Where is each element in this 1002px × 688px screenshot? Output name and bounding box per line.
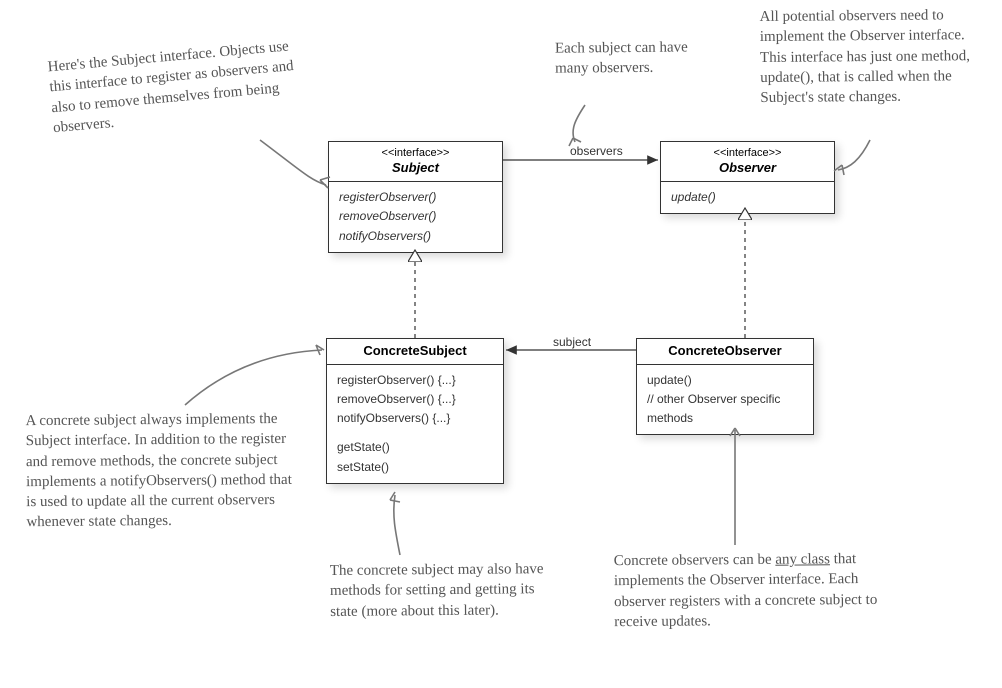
observer-stereotype: <<interface>> xyxy=(669,146,826,160)
observer-methods: update() xyxy=(661,182,834,213)
method: update() xyxy=(647,371,803,390)
concrete-subject-methods: registerObserver() {...} removeObserver(… xyxy=(327,365,503,483)
method: removeObserver() xyxy=(339,207,492,226)
subject-annotation: Here's the Subject interface. Objects us… xyxy=(47,35,313,138)
observer-name: Observer xyxy=(669,160,826,177)
subject-name: Subject xyxy=(337,160,494,177)
method: // other Observer specific xyxy=(647,390,803,409)
concrete-observer-annotation: Concrete observers can be any class that… xyxy=(614,549,885,632)
method: registerObserver() xyxy=(339,188,492,207)
method: notifyObservers() {...} xyxy=(337,409,493,428)
arrow-observer-note xyxy=(838,140,870,170)
concrete-observer-box: ConcreteObserver update() // other Obser… xyxy=(636,338,814,435)
co-note-a: Concrete observers can be xyxy=(614,552,776,569)
observer-interface-box: <<interface>> Observer update() xyxy=(660,141,835,214)
subject-title: <<interface>> Subject xyxy=(329,142,502,182)
observer-annotation: All potential observers need to implemen… xyxy=(760,5,991,108)
method: registerObserver() {...} xyxy=(337,371,493,390)
arrow-concrete-subject-note xyxy=(185,350,322,405)
state-annotation: The concrete subject may also have metho… xyxy=(330,559,561,622)
co-note-b: any class xyxy=(775,551,830,567)
observers-label: observers xyxy=(570,144,623,158)
subject-rel-label: subject xyxy=(553,335,591,349)
method: update() xyxy=(671,188,824,207)
concrete-subject-annotation: A concrete subject always implements the… xyxy=(25,409,296,533)
concrete-observer-title: ConcreteObserver xyxy=(637,339,813,365)
observer-title: <<interface>> Observer xyxy=(661,142,834,182)
concrete-subject-title: ConcreteSubject xyxy=(327,339,503,365)
method: methods xyxy=(647,409,803,428)
concrete-observer-methods: update() // other Observer specific meth… xyxy=(637,365,813,435)
method: setState() xyxy=(337,458,493,477)
concrete-subject-box: ConcreteSubject registerObserver() {...}… xyxy=(326,338,504,484)
subject-methods: registerObserver() removeObserver() noti… xyxy=(329,182,502,252)
method: removeObserver() {...} xyxy=(337,390,493,409)
concrete-subject-name: ConcreteSubject xyxy=(335,343,495,360)
method: notifyObservers() xyxy=(339,227,492,246)
concrete-observer-name: ConcreteObserver xyxy=(645,343,805,360)
arrow-state-note xyxy=(394,495,400,555)
arrow-subject-note xyxy=(260,140,326,185)
subject-interface-box: <<interface>> Subject registerObserver()… xyxy=(328,141,503,253)
method: getState() xyxy=(337,438,493,457)
arrow-many-observers xyxy=(573,105,585,142)
subject-stereotype: <<interface>> xyxy=(337,146,494,160)
many-observers-annotation: Each subject can have many observers. xyxy=(555,37,705,79)
